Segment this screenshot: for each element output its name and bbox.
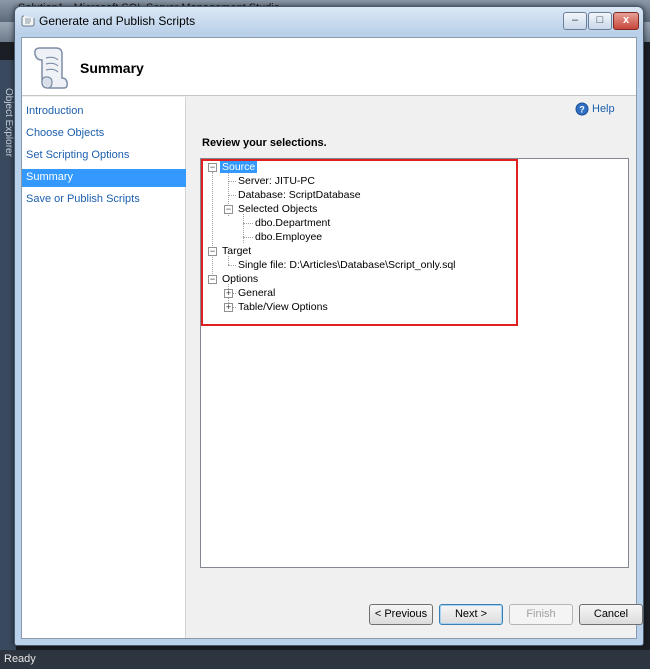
generate-publish-scripts-dialog: Generate and Publish Scripts – □ x Summa…	[14, 6, 644, 646]
dialog-title-bar[interactable]: Generate and Publish Scripts – □ x	[15, 7, 643, 35]
scroll-icon	[34, 47, 68, 89]
finish-button[interactable]: Finish	[509, 604, 573, 625]
nav-introduction[interactable]: Introduction	[22, 103, 186, 121]
nav-save-or-publish-scripts[interactable]: Save or Publish Scripts	[22, 191, 186, 209]
status-text: Ready	[4, 653, 36, 665]
review-heading: Review your selections.	[202, 137, 327, 149]
page-title: Summary	[80, 60, 144, 76]
object-explorer-label: Object Explorer	[3, 88, 14, 157]
status-bar: Ready	[0, 650, 650, 669]
nav-set-scripting-options[interactable]: Set Scripting Options	[22, 147, 186, 165]
next-button[interactable]: Next >	[439, 604, 503, 625]
help-icon: ?	[575, 102, 589, 116]
cancel-button[interactable]: Cancel	[579, 604, 643, 625]
svg-text:?: ?	[579, 105, 585, 115]
help-label: Help	[592, 103, 615, 115]
help-link[interactable]: ? Help	[575, 102, 615, 116]
minimize-button[interactable]: –	[563, 12, 587, 30]
content-panel: ? Help Review your selections. − Source …	[187, 97, 636, 638]
maximize-button[interactable]: □	[588, 12, 612, 30]
nav-summary[interactable]: Summary	[22, 169, 186, 187]
close-button[interactable]: x	[613, 12, 639, 30]
page-header: Summary	[22, 38, 636, 96]
summary-tree[interactable]: − Source Server: JITU-PC Database: Scrip…	[200, 158, 629, 568]
dialog-client: Summary Introduction Choose Objects Set …	[21, 37, 643, 639]
wizard-nav: Introduction Choose Objects Set Scriptin…	[22, 97, 186, 638]
selection-highlight-box	[201, 159, 518, 326]
previous-button[interactable]: < Previous	[369, 604, 433, 625]
script-scroll-icon	[21, 15, 35, 27]
dialog-title: Generate and Publish Scripts	[39, 14, 196, 28]
nav-choose-objects[interactable]: Choose Objects	[22, 125, 186, 143]
